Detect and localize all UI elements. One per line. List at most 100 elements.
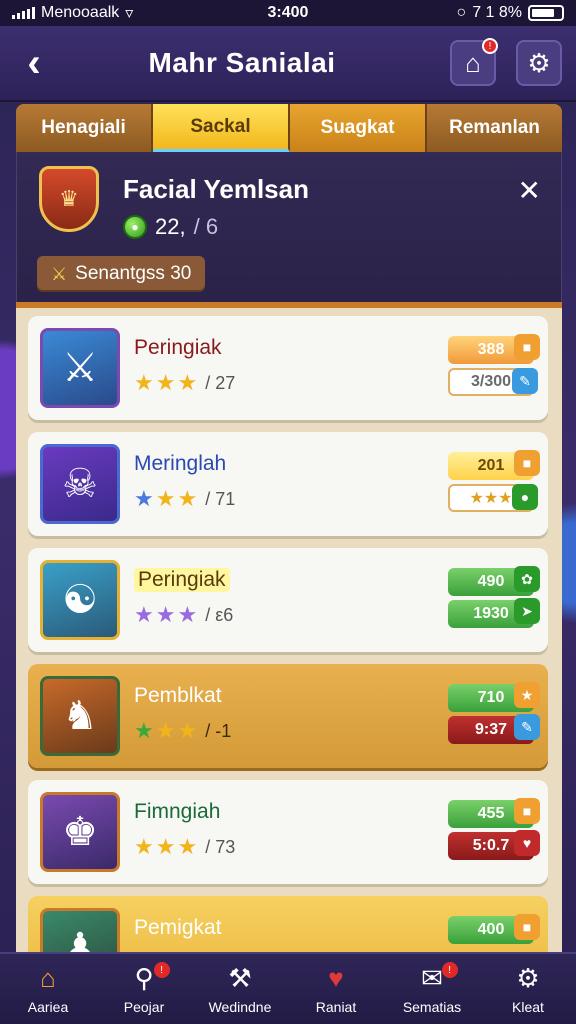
value-top: 400 ■	[448, 914, 540, 944]
list-item[interactable]: ♞ Pemblkat ★ ★ ★ / -1 710 ★ 9:37 ✎	[28, 664, 548, 768]
chest-icon: ■	[514, 798, 540, 824]
value-top: 710 ★	[448, 682, 540, 712]
coin-icon: ●	[512, 484, 538, 510]
hero-avatar: ☯	[40, 560, 120, 640]
close-icon: ✕	[517, 175, 541, 206]
chest-icon: ■	[514, 450, 540, 476]
tab-henagiali[interactable]: Henagiali	[16, 104, 153, 152]
heart-icon: ♥	[328, 962, 344, 993]
tab-bar: Henagiali Sackal Suagkat Remanlan	[16, 104, 562, 152]
row-count: / -1	[205, 720, 232, 741]
scroll-icon: ★	[514, 682, 540, 708]
nav-item-favorites[interactable]: ♥ Raniat	[288, 954, 384, 1024]
rank-label: Senantgss 30	[75, 263, 192, 284]
home-button[interactable]: ⌂ !	[450, 38, 498, 86]
star-icon: ★	[155, 370, 176, 395]
star-icon: ★	[155, 486, 176, 511]
star-rating: ★ ★ ★ / 71	[134, 486, 235, 512]
signal-icon	[12, 7, 35, 19]
settings-button[interactable]: ⚙	[516, 40, 562, 86]
row-name: Peringiak	[134, 568, 230, 592]
star-icon: ★	[155, 718, 176, 743]
back-button[interactable]: ‹	[14, 40, 54, 85]
star-icon: ★	[134, 370, 154, 395]
player-stat-value: 22,	[155, 214, 186, 239]
list-item[interactable]: ⚔ Peringiak ★ ★ ★ / 27 388 ■ 3/300 ✎	[28, 316, 548, 420]
list-item[interactable]: ☠ Meringlah ★ ★ ★ / 71 201 ■ ★★★ ●	[28, 432, 548, 536]
value-bottom[interactable]: 3/300 ✎	[448, 368, 538, 396]
value-top-text: 388	[477, 341, 505, 358]
row-count: / 73	[205, 836, 236, 857]
value-bottom[interactable]: 5:0.7 ♥	[448, 830, 540, 860]
star-icon: ★	[177, 370, 198, 395]
row-name: Pemigkat	[134, 916, 222, 939]
chest-icon: ■	[514, 334, 540, 360]
edit-icon: ✎	[512, 368, 538, 394]
nav-item-chat[interactable]: ✉ ! Sematias	[384, 954, 480, 1024]
nav-label: Wedindne	[208, 999, 272, 1015]
hero-avatar: ☠	[40, 444, 120, 524]
nav-item-search[interactable]: ⚲ ! Peojar	[96, 954, 192, 1024]
value-bottom-text: 5:0.7	[472, 837, 510, 854]
arrow-icon: ➤	[514, 598, 540, 624]
tab-remanlan[interactable]: Remanlan	[427, 104, 562, 152]
star-rating: ★ ★ ★ / 73	[134, 834, 235, 860]
nav-item-home[interactable]: ⌂ Aariea	[0, 954, 96, 1024]
star-icon: ★	[155, 834, 176, 859]
nav-label: Kleat	[512, 999, 544, 1015]
star-rating: ★ ★ ★ / ε6	[134, 602, 233, 628]
nav-item-settings[interactable]: ⚙ Kleat	[480, 954, 576, 1024]
battery-text: 7 1 8%	[472, 4, 522, 21]
row-name: Peringiak	[134, 336, 222, 359]
star-icon: ★	[134, 486, 154, 511]
home-icon: ⌂	[465, 47, 481, 78]
gem-icon: ●	[123, 215, 147, 239]
nav-label: Raniat	[315, 999, 357, 1015]
row-count: / 71	[205, 488, 236, 509]
value-top: 455 ■	[448, 798, 540, 828]
status-bar: Menooaalk ▿ 3:400 ○ 7 1 8%	[0, 0, 576, 26]
star-icon: ★	[177, 834, 198, 859]
list-item[interactable]: ☯ Peringiak ★ ★ ★ / ε6 490 ✿ 1930 ➤	[28, 548, 548, 652]
rank-chip[interactable]: ⚔ Senantgss 30	[37, 256, 206, 292]
value-top-text: 201	[477, 457, 505, 474]
notification-badge: !	[153, 962, 170, 978]
guild-crest-icon: ♛	[39, 166, 99, 232]
value-top-text: 455	[477, 805, 505, 822]
heart-icon: ♥	[514, 830, 540, 856]
nav-label: Peojar	[123, 999, 165, 1015]
hero-avatar: ♞	[40, 676, 120, 756]
list-item[interactable]: ♚ Fimngiah ★ ★ ★ / 73 455 ■ 5:0.7 ♥	[28, 780, 548, 884]
hero-avatar: ♚	[40, 792, 120, 872]
tab-sackal[interactable]: Sackal	[153, 104, 290, 152]
row-name: Meringlah	[134, 452, 227, 475]
gear-icon: ⚙	[516, 962, 540, 993]
notification-badge: !	[441, 962, 458, 978]
tab-suagkat[interactable]: Suagkat	[290, 104, 427, 152]
player-name: Facial Yemlsan	[123, 174, 309, 204]
value-bottom[interactable]: 1930 ➤	[448, 598, 540, 628]
edit-icon: ✎	[514, 714, 540, 740]
value-bottom-text: 3/300	[470, 373, 512, 390]
value-bottom[interactable]: ★★★ ●	[448, 484, 538, 512]
chevron-left-icon: ‹	[27, 40, 41, 85]
chest-icon: ■	[514, 914, 540, 940]
nav-item-tools[interactable]: ⚒ Wedindne	[192, 954, 288, 1024]
value-top: 490 ✿	[448, 566, 540, 596]
gear-icon: ⚙	[527, 47, 551, 78]
alarm-icon: ○	[456, 4, 467, 21]
wifi-icon: ▿	[125, 5, 134, 22]
leaf-icon: ✿	[514, 566, 540, 592]
nav-label: Sematias	[402, 999, 462, 1015]
star-icon: ★	[134, 602, 154, 627]
ranking-list: ⚔ Peringiak ★ ★ ★ / 27 388 ■ 3/300 ✎ ☠ Merin…	[16, 302, 562, 952]
value-top: 388 ■	[448, 334, 540, 364]
value-bottom-text: 9:37	[474, 721, 508, 738]
chat-icon: ✉	[421, 962, 443, 993]
search-icon: ⚲	[134, 962, 154, 993]
list-item[interactable]: ♟ Pemigkat 400 ■	[28, 896, 548, 952]
close-button[interactable]: ✕	[518, 174, 541, 207]
row-name: Pemblkat	[134, 684, 222, 707]
value-bottom[interactable]: 9:37 ✎	[448, 714, 540, 744]
value-bottom-text: 1930	[473, 605, 509, 622]
